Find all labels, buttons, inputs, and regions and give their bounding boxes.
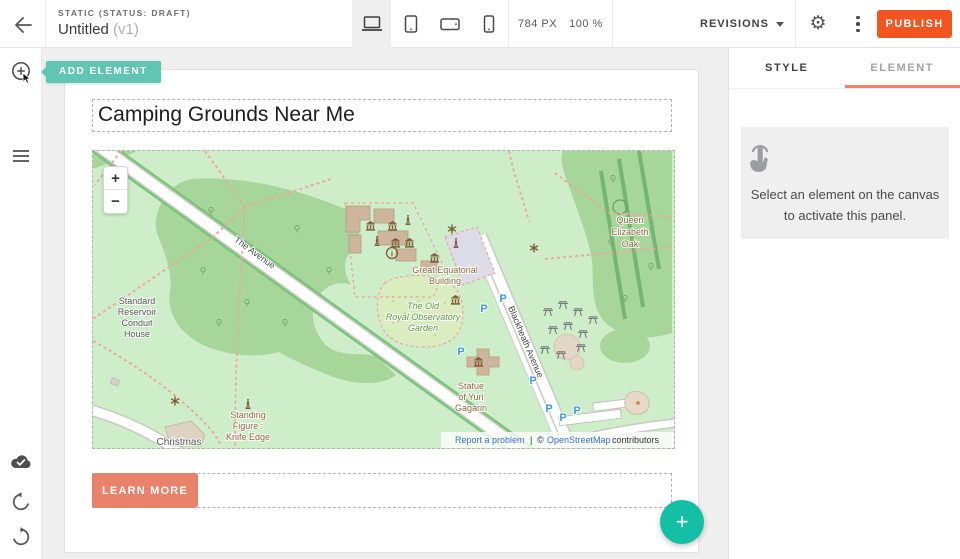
svg-text:Reservoir: Reservoir [118, 307, 157, 317]
redo-icon [11, 527, 31, 547]
laptop-icon [361, 14, 383, 34]
learn-more-button[interactable]: LEARN MORE [92, 473, 198, 508]
canvas-zoom-label: 100 % [569, 18, 603, 30]
canvas-width-label: 784 PX [518, 18, 557, 30]
cloud-check-icon [10, 453, 32, 469]
editor-canvas: Camping Grounds Near Me [42, 48, 728, 559]
page-sheet[interactable]: Camping Grounds Near Me [65, 70, 698, 552]
properties-panel: STYLE ELEMENT Select an element on the c… [728, 48, 960, 559]
page-title-block: STATIC (STATUS: DRAFT) Untitled (v1) [58, 8, 191, 38]
panel-empty-text-line2: to activate this panel. [741, 205, 949, 226]
svg-text:P: P [545, 403, 552, 415]
add-element-icon [10, 61, 34, 89]
heading-text: Camping Grounds Near Me [93, 100, 671, 130]
publish-button[interactable]: PUBLISH [877, 10, 952, 38]
svg-text:Standing: Standing [230, 410, 266, 420]
svg-text:Conduit: Conduit [121, 318, 153, 328]
device-phone-button[interactable] [469, 0, 508, 48]
top-toolbar: STATIC (STATUS: DRAFT) Untitled (v1) [0, 0, 960, 48]
panel-empty-state: Select an element on the canvas to activ… [741, 127, 949, 239]
svg-text:Standard: Standard [119, 296, 156, 306]
revisions-dropdown[interactable]: REVISIONS [700, 0, 784, 48]
revisions-label: REVISIONS [700, 18, 769, 30]
svg-text:Elizabeth: Elizabeth [611, 227, 648, 237]
svg-text:|: | [530, 435, 532, 445]
gear-icon: ⚙ [809, 13, 826, 34]
svg-text:Building: Building [429, 276, 461, 286]
svg-text:Royal Observatory: Royal Observatory [386, 312, 461, 322]
kebab-icon [856, 16, 860, 20]
svg-text:Figure :: Figure : [233, 421, 264, 431]
device-tablet-button[interactable] [391, 0, 430, 48]
svg-text:contributors: contributors [612, 435, 660, 445]
svg-text:Statue: Statue [458, 381, 484, 391]
device-tablet-landscape-button[interactable] [430, 0, 469, 48]
svg-text:Knife Edge: Knife Edge [226, 432, 270, 442]
tablet-portrait-icon [401, 14, 421, 34]
map-zoom-control: + − [103, 166, 128, 214]
save-status-indicator [10, 453, 32, 469]
openstreetmap-canvas[interactable]: i P P P P P P [93, 151, 674, 448]
left-tool-rail [0, 48, 42, 559]
svg-text:P: P [457, 346, 464, 358]
map-zoom-in-button[interactable]: + [104, 167, 127, 190]
back-arrow-icon [10, 13, 34, 37]
svg-text:P: P [559, 412, 566, 424]
canvas-size-indicator: 784 PX 100 % [518, 0, 603, 48]
sections-icon [12, 149, 30, 163]
svg-text:of Yuri: of Yuri [458, 392, 483, 402]
button-row-element[interactable]: LEARN MORE [92, 473, 672, 508]
map-element[interactable]: i P P P P P P [92, 150, 675, 449]
more-options-button[interactable] [850, 12, 866, 36]
redo-button[interactable] [11, 527, 31, 547]
device-desktop-button[interactable] [352, 0, 391, 48]
svg-text:Garden: Garden [408, 323, 438, 333]
tab-style[interactable]: STYLE [729, 48, 845, 88]
page-title-text: Untitled [58, 21, 109, 38]
svg-text:Great Equatorial: Great Equatorial [412, 265, 478, 275]
phone-icon [480, 14, 498, 34]
report-problem-link[interactable]: Report a problem [455, 435, 525, 445]
svg-text:P: P [499, 293, 506, 305]
page-status: STATIC (STATUS: DRAFT) [58, 8, 191, 18]
undo-button[interactable] [11, 492, 31, 512]
svg-text:©: © [537, 435, 544, 445]
panel-tabs: STYLE ELEMENT [729, 48, 960, 89]
svg-text:Queen: Queen [616, 215, 643, 225]
page-title: Untitled (v1) [58, 21, 191, 38]
svg-text:P: P [480, 303, 487, 315]
page-version: (v1) [113, 21, 139, 38]
svg-text:House: House [124, 329, 150, 339]
map-zoom-out-button[interactable]: − [104, 190, 127, 213]
tap-hand-icon [741, 140, 779, 178]
svg-text:Christmas: Christmas [156, 437, 201, 448]
heading-element[interactable]: Camping Grounds Near Me [92, 99, 672, 132]
device-preview-toolbar [352, 0, 508, 48]
tab-element[interactable]: ELEMENT [845, 48, 960, 88]
chevron-down-icon [776, 22, 784, 27]
svg-text:i: i [391, 250, 393, 259]
map-attribution: Report a problem | © OpenStreetMap contr… [441, 432, 674, 448]
svg-text:The Old: The Old [407, 301, 440, 311]
svg-text:P: P [573, 405, 580, 417]
add-element-button[interactable] [10, 61, 34, 87]
svg-text:Gagarin: Gagarin [455, 403, 487, 413]
add-element-tooltip: ADD ELEMENT [46, 61, 161, 83]
settings-button[interactable]: ⚙ [806, 12, 830, 36]
back-button[interactable] [10, 13, 34, 37]
page-sections-button[interactable] [12, 149, 30, 163]
tablet-landscape-icon [439, 14, 461, 34]
active-tab-indicator [845, 85, 960, 88]
openstreetmap-link[interactable]: OpenStreetMap [547, 435, 611, 445]
add-section-fab[interactable]: + [660, 500, 704, 544]
svg-text:Oak: Oak [622, 239, 639, 249]
panel-empty-text-line1: Select an element on the canvas [741, 184, 949, 205]
undo-icon [11, 492, 31, 512]
